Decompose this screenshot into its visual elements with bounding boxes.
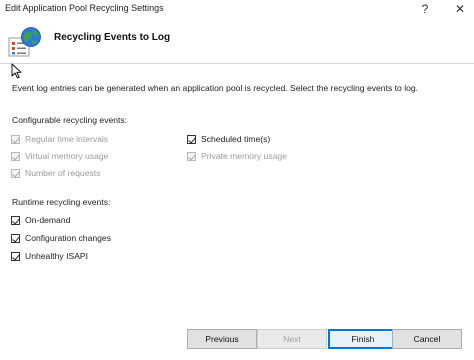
page-title: Recycling Events to Log — [54, 32, 171, 43]
checkbox-box[interactable] — [11, 151, 20, 161]
checkbox-label: Regular time intervals — [25, 134, 109, 144]
checkbox-scheduled-times[interactable]: Scheduled time(s) — [187, 133, 270, 145]
checkbox-label: Virtual memory usage — [25, 151, 109, 161]
title-bar: Edit Application Pool Recycling Settings… — [0, 0, 474, 18]
checkbox-regular-time-intervals[interactable]: Regular time intervals — [11, 133, 108, 145]
previous-button[interactable]: Previous — [187, 329, 257, 349]
checkbox-box[interactable] — [11, 251, 20, 261]
checkmark-icon — [188, 152, 196, 160]
checkbox-box[interactable] — [11, 168, 20, 178]
globe-with-list-icon — [8, 27, 41, 57]
checkbox-label: Unhealthy ISAPI — [25, 251, 89, 261]
cancel-button[interactable]: Cancel — [392, 329, 462, 349]
configurable-section-label: Configurable recycling events: — [12, 115, 128, 125]
checkbox-unhealthy-isapi[interactable]: Unhealthy ISAPI — [11, 250, 88, 262]
checkbox-label: Scheduled time(s) — [201, 134, 271, 144]
checkbox-box[interactable] — [11, 134, 20, 144]
checkmark-icon — [188, 135, 196, 143]
help-button[interactable]: ? — [413, 0, 437, 18]
checkbox-private-memory-usage[interactable]: Private memory usage — [187, 150, 287, 162]
checkbox-box[interactable] — [11, 215, 20, 225]
checkmark-icon — [12, 169, 20, 177]
close-button[interactable]: ✕ — [446, 0, 474, 18]
checkbox-box[interactable] — [11, 233, 20, 243]
window-title: Edit Application Pool Recycling Settings — [5, 3, 164, 13]
checkbox-label: Number of requests — [25, 168, 101, 178]
checkmark-icon — [12, 135, 20, 143]
checkbox-box[interactable] — [187, 151, 196, 161]
checkbox-box[interactable] — [187, 134, 196, 144]
checkbox-configuration-changes[interactable]: Configuration changes — [11, 232, 111, 244]
checkbox-virtual-memory-usage[interactable]: Virtual memory usage — [11, 150, 108, 162]
checkmark-icon — [12, 152, 20, 160]
checkbox-label: Private memory usage — [201, 151, 287, 161]
checkbox-label: On-demand — [25, 215, 71, 225]
next-button[interactable]: Next — [257, 329, 327, 349]
checkmark-icon — [12, 216, 20, 224]
checkmark-icon — [12, 234, 20, 242]
checkbox-number-of-requests[interactable]: Number of requests — [11, 167, 100, 179]
finish-button[interactable]: Finish — [328, 329, 398, 349]
intro-text: Event log entries can be generated when … — [12, 83, 419, 93]
runtime-section-label: Runtime recycling events: — [12, 197, 111, 207]
mouse-pointer-icon — [11, 63, 22, 79]
checkbox-label: Configuration changes — [25, 233, 111, 243]
checkmark-icon — [12, 252, 20, 260]
checkbox-on-demand[interactable]: On-demand — [11, 214, 70, 226]
wizard-header: Recycling Events to Log — [0, 18, 474, 64]
